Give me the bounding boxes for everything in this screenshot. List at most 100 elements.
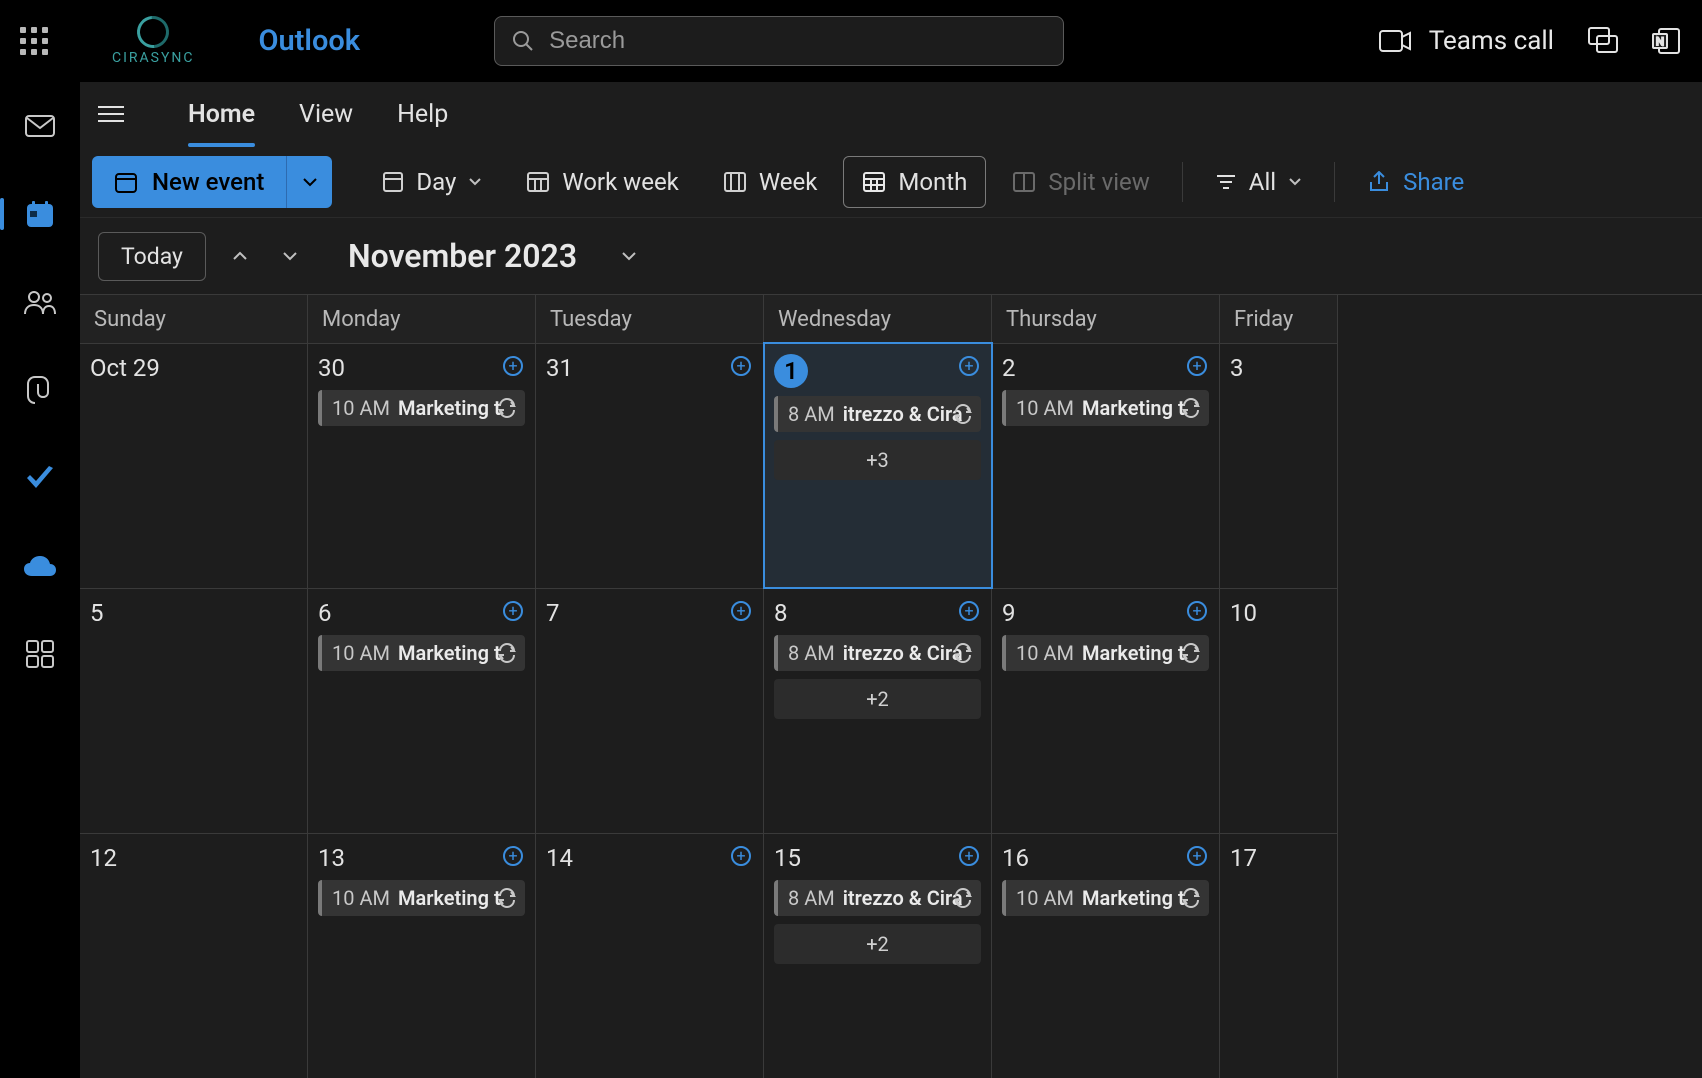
chevron-up-icon bbox=[232, 251, 248, 261]
event-time: 8 AM bbox=[788, 886, 835, 910]
calendar-week-row: Oct 2930+10 AMMarketing t31+1+8 AMitrezz… bbox=[80, 343, 1702, 588]
toolbar-separator bbox=[1182, 162, 1183, 202]
calendar-event[interactable]: 10 AMMarketing t bbox=[1002, 635, 1209, 671]
filter-icon bbox=[1215, 173, 1237, 191]
calendar-event[interactable]: 8 AMitrezzo & Cira bbox=[774, 396, 981, 432]
event-time: 10 AM bbox=[1016, 886, 1074, 910]
add-event-icon[interactable]: + bbox=[959, 846, 979, 866]
event-time: 10 AM bbox=[1016, 396, 1074, 420]
week-icon bbox=[723, 171, 747, 193]
calendar-box-icon bbox=[114, 170, 138, 194]
rail-files[interactable] bbox=[20, 370, 60, 410]
prev-month-button[interactable] bbox=[224, 251, 256, 261]
chevron-down-icon bbox=[621, 251, 637, 261]
calendar-day-cell[interactable]: 9+10 AMMarketing t bbox=[992, 588, 1220, 833]
calendar-day-cell[interactable]: 10 bbox=[1220, 588, 1338, 833]
rail-onedrive[interactable] bbox=[20, 546, 60, 586]
event-title: Marketing t bbox=[398, 641, 501, 665]
day-of-week-row: SundayMondayTuesdayWednesdayThursdayFrid… bbox=[80, 295, 1702, 343]
calendar-day-cell[interactable]: 6+10 AMMarketing t bbox=[308, 588, 536, 833]
add-event-icon[interactable]: + bbox=[503, 846, 523, 866]
add-event-icon[interactable]: + bbox=[1187, 356, 1207, 376]
rail-calendar[interactable] bbox=[20, 194, 60, 234]
calendar-day-cell[interactable]: 1+8 AMitrezzo & Cira +3 bbox=[764, 343, 992, 588]
calendar-day-cell[interactable]: 3 bbox=[1220, 343, 1338, 588]
calendar-day-cell[interactable]: 12 bbox=[80, 833, 308, 1078]
calendar-day-cell[interactable]: 8+8 AMitrezzo & Cira+2 bbox=[764, 588, 992, 833]
add-event-icon[interactable]: + bbox=[959, 356, 979, 376]
day-number: Oct 29 bbox=[90, 354, 297, 382]
calendar-day-cell[interactable]: 31+ bbox=[536, 343, 764, 588]
calendar-event[interactable]: 10 AMMarketing t bbox=[1002, 880, 1209, 916]
calendar-event[interactable]: 10 AMMarketing t bbox=[318, 390, 525, 426]
event-time: 8 AM bbox=[788, 641, 835, 665]
tab-help[interactable]: Help bbox=[397, 94, 448, 135]
event-time: 10 AM bbox=[332, 886, 390, 910]
tab-view[interactable]: View bbox=[299, 94, 353, 135]
date-navigation: Today November 2023 bbox=[80, 218, 1702, 294]
chevron-down-icon bbox=[1288, 177, 1302, 186]
rail-people[interactable] bbox=[20, 282, 60, 322]
more-events-button[interactable]: +2 bbox=[774, 924, 981, 964]
next-month-button[interactable] bbox=[274, 251, 306, 261]
new-event-button[interactable]: New event bbox=[92, 156, 286, 208]
day-number: 1 bbox=[774, 354, 981, 388]
recurring-icon bbox=[953, 643, 973, 663]
hamburger-icon[interactable] bbox=[98, 106, 124, 122]
teams-call-button[interactable]: Teams call bbox=[1379, 26, 1554, 56]
share-button[interactable]: Share bbox=[1349, 156, 1482, 208]
calendar-day-cell[interactable]: 14+ bbox=[536, 833, 764, 1078]
calendar-day-cell[interactable]: 2+10 AMMarketing t bbox=[992, 343, 1220, 588]
app-name: Outlook bbox=[259, 24, 361, 58]
view-workweek-button[interactable]: Work week bbox=[508, 156, 697, 208]
add-event-icon[interactable]: + bbox=[503, 601, 523, 621]
new-event-dropdown[interactable] bbox=[286, 156, 332, 208]
search-input[interactable] bbox=[549, 27, 1047, 55]
today-button[interactable]: Today bbox=[98, 232, 206, 281]
recurring-icon bbox=[953, 404, 973, 424]
day-icon bbox=[382, 171, 404, 193]
app-launcher-icon[interactable] bbox=[20, 27, 48, 55]
add-event-icon[interactable]: + bbox=[731, 356, 751, 376]
more-events-button[interactable]: +2 bbox=[774, 679, 981, 719]
view-day-button[interactable]: Day bbox=[364, 156, 500, 208]
add-event-icon[interactable]: + bbox=[959, 601, 979, 621]
new-event-label: New event bbox=[152, 168, 264, 196]
calendar-event[interactable]: 8 AMitrezzo & Cira bbox=[774, 880, 981, 916]
calendar-event[interactable]: 8 AMitrezzo & Cira bbox=[774, 635, 981, 671]
calendar-day-cell[interactable]: Oct 29 bbox=[80, 343, 308, 588]
split-view-button[interactable]: Split view bbox=[994, 156, 1167, 208]
add-event-icon[interactable]: + bbox=[731, 601, 751, 621]
calendar-event[interactable]: 10 AMMarketing t bbox=[318, 880, 525, 916]
add-event-icon[interactable]: + bbox=[1187, 846, 1207, 866]
filter-button[interactable]: All bbox=[1197, 156, 1320, 208]
add-event-icon[interactable]: + bbox=[1187, 601, 1207, 621]
calendar-day-cell[interactable]: 16+10 AMMarketing t bbox=[992, 833, 1220, 1078]
month-picker-button[interactable] bbox=[613, 251, 645, 261]
chat-icon[interactable] bbox=[1588, 27, 1618, 55]
day-number: 14 bbox=[546, 844, 753, 872]
rail-mail[interactable] bbox=[20, 106, 60, 146]
rail-todo[interactable] bbox=[20, 458, 60, 498]
calendar-event[interactable]: 10 AMMarketing t bbox=[1002, 390, 1209, 426]
ribbon-tabbar: Home View Help bbox=[80, 82, 1702, 146]
tab-home[interactable]: Home bbox=[188, 94, 255, 135]
more-events-button[interactable]: +3 bbox=[774, 440, 981, 480]
add-event-icon[interactable]: + bbox=[731, 846, 751, 866]
filter-label: All bbox=[1249, 168, 1276, 196]
calendar-day-cell[interactable]: 15+8 AMitrezzo & Cira+2 bbox=[764, 833, 992, 1078]
month-icon bbox=[862, 171, 886, 193]
search-box[interactable] bbox=[494, 16, 1064, 66]
view-month-button[interactable]: Month bbox=[843, 156, 986, 208]
day-of-week-header: Monday bbox=[308, 295, 536, 343]
calendar-day-cell[interactable]: 7+ bbox=[536, 588, 764, 833]
calendar-day-cell[interactable]: 17 bbox=[1220, 833, 1338, 1078]
rail-apps[interactable] bbox=[20, 634, 60, 674]
calendar-day-cell[interactable]: 30+10 AMMarketing t bbox=[308, 343, 536, 588]
calendar-day-cell[interactable]: 13+10 AMMarketing t bbox=[308, 833, 536, 1078]
view-week-button[interactable]: Week bbox=[705, 156, 836, 208]
calendar-event[interactable]: 10 AMMarketing t bbox=[318, 635, 525, 671]
calendar-day-cell[interactable]: 5 bbox=[80, 588, 308, 833]
add-event-icon[interactable]: + bbox=[503, 356, 523, 376]
onenote-icon[interactable]: N bbox=[1652, 27, 1682, 55]
